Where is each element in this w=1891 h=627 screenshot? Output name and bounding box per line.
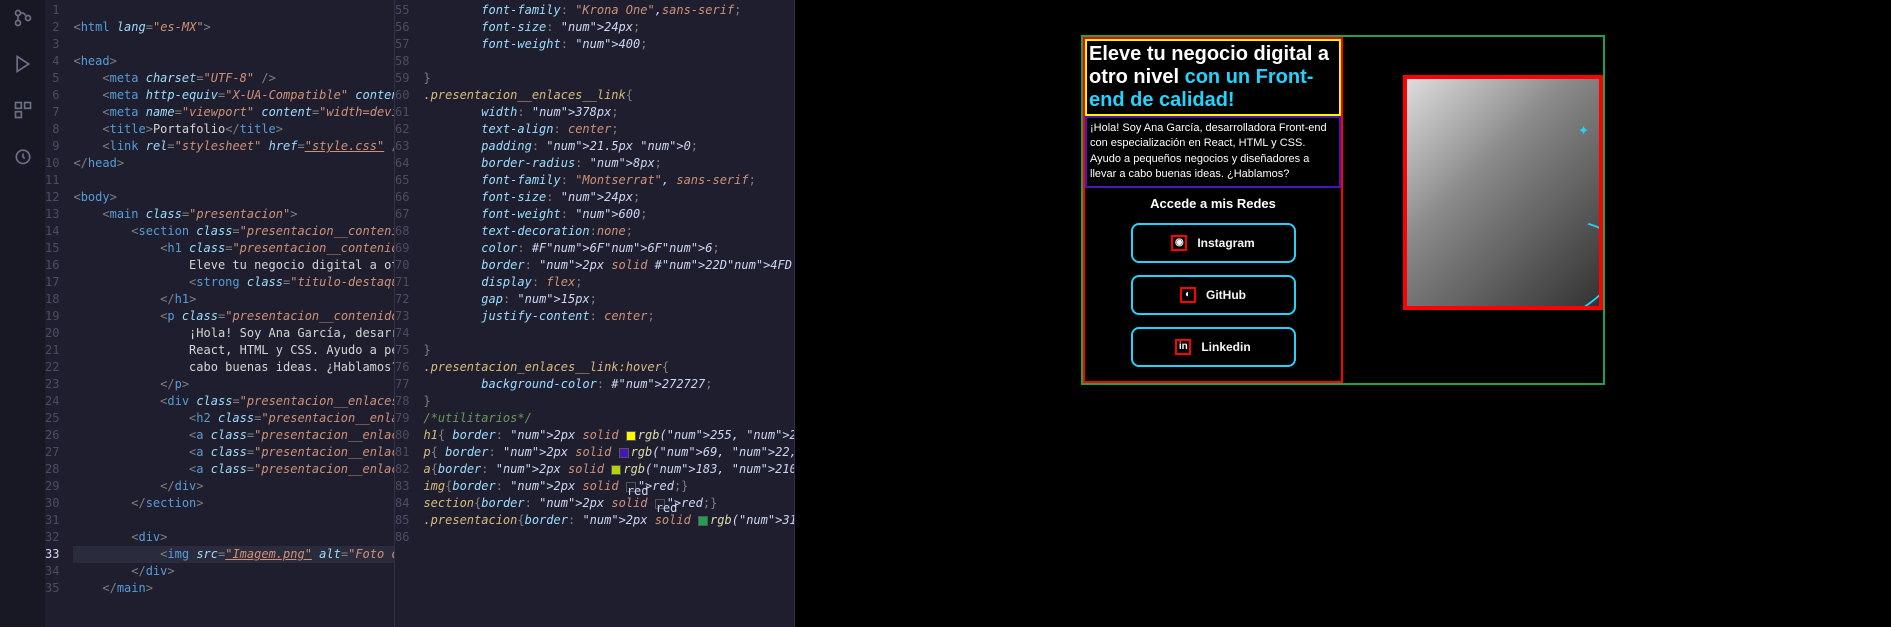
code-left[interactable]: <html lang="es-MX"><head> <meta charset=… [73, 0, 394, 627]
link-label: Linkedin [1201, 340, 1250, 354]
instagram-link[interactable]: ◉ Instagram [1131, 223, 1296, 263]
source-control-icon[interactable] [13, 8, 33, 32]
page-title: Eleve tu negocio digital a otro nivel co… [1085, 39, 1341, 116]
editor-pane-css: 5556575859606162636465666768697071727374… [395, 0, 795, 627]
enlaces-container: Accede a mis Redes ◉ Instagram ◐ GitHub … [1085, 188, 1341, 381]
link-label: Instagram [1197, 236, 1254, 250]
linkedin-link[interactable]: in Linkedin [1131, 327, 1296, 367]
linkedin-icon: in [1175, 339, 1191, 355]
github-icon: ◐ [1180, 287, 1196, 303]
link-label: GitHub [1206, 288, 1246, 302]
presentacion: Eleve tu negocio digital a otro nivel co… [1081, 35, 1605, 385]
github-link[interactable]: ◐ GitHub [1131, 275, 1296, 315]
intro-paragraph: ¡Hola! Soy Ana García, desarrolladora Fr… [1085, 116, 1341, 188]
timer-icon[interactable] [13, 146, 33, 170]
editor-area: 1234567891011121314151617181920212223242… [45, 0, 1891, 627]
instagram-icon: ◉ [1171, 235, 1187, 251]
gutter-middle: 5556575859606162636465666768697071727374… [395, 0, 423, 627]
editor-pane-html: 1234567891011121314151617181920212223242… [45, 0, 395, 627]
enlaces-subtitle: Accede a mis Redes [1150, 196, 1276, 211]
activity-bar [0, 0, 45, 627]
image-wrapper: ✦ [1405, 77, 1601, 308]
star-decoration: ✦ [1578, 119, 1589, 140]
extensions-icon[interactable] [13, 100, 33, 124]
preview-pane: Eleve tu negocio digital a otro nivel co… [795, 0, 1891, 627]
code-middle[interactable]: font-family: "Krona One",sans-serif; fon… [423, 0, 794, 627]
image-section: ✦ [1403, 75, 1603, 310]
run-debug-icon[interactable] [13, 54, 33, 78]
gutter-left: 1234567891011121314151617181920212223242… [45, 0, 73, 627]
presentacion-contenido: Eleve tu negocio digital a otro nivel co… [1083, 37, 1343, 383]
